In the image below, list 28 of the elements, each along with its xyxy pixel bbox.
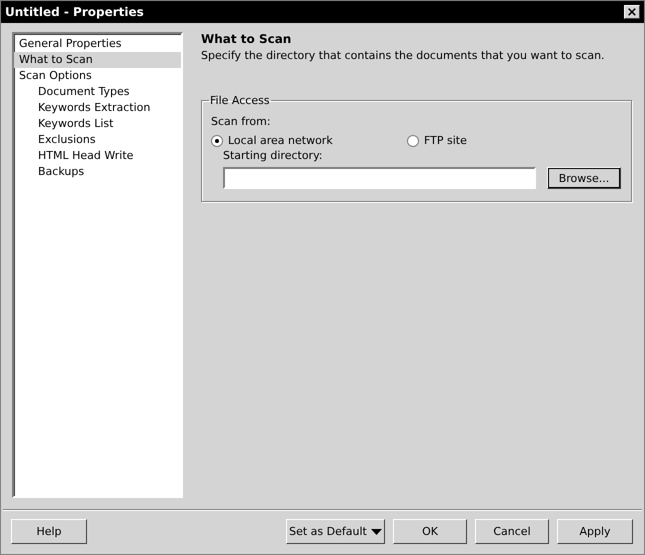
page-title: What to Scan bbox=[201, 32, 292, 46]
tree-item[interactable]: What to Scan bbox=[14, 52, 181, 68]
tree-item[interactable]: General Properties bbox=[14, 36, 181, 52]
window-title: Untitled - Properties bbox=[5, 5, 144, 19]
directory-label: Starting directory: bbox=[223, 149, 324, 162]
tree-item[interactable]: Keywords Extraction bbox=[14, 100, 181, 116]
tree-item[interactable]: HTML Head Write bbox=[14, 148, 181, 164]
tree-item[interactable]: Exclusions bbox=[14, 132, 181, 148]
dialog-button[interactable]: Help bbox=[11, 519, 87, 544]
directory-field[interactable] bbox=[223, 167, 536, 189]
tree-item[interactable]: Keywords List bbox=[14, 116, 181, 132]
browse-button[interactable]: Browse... bbox=[547, 167, 621, 189]
radio-label[interactable]: FTP site bbox=[424, 134, 467, 147]
tree-item[interactable]: Document Types bbox=[14, 84, 181, 100]
dialog-button[interactable]: OK bbox=[393, 519, 467, 544]
tree-item[interactable]: Backups bbox=[14, 164, 181, 180]
tree-item[interactable]: Scan Options bbox=[14, 68, 181, 84]
close-button[interactable]: × bbox=[624, 5, 640, 19]
scan-from-label: Scan from: bbox=[211, 115, 272, 128]
dropdown-button[interactable]: Set as Default bbox=[286, 519, 385, 544]
group-title: File Access bbox=[209, 94, 271, 107]
radio-button[interactable] bbox=[211, 134, 223, 146]
page-description: Specify the directory that contains the documents that you want to scan. bbox=[201, 49, 606, 62]
dialog-button[interactable]: Cancel bbox=[475, 519, 549, 544]
caret-icon bbox=[370, 528, 382, 534]
radio-label[interactable]: Local area network bbox=[228, 134, 333, 147]
radio-button[interactable] bbox=[407, 134, 419, 146]
dialog-button[interactable]: Apply bbox=[557, 519, 633, 544]
